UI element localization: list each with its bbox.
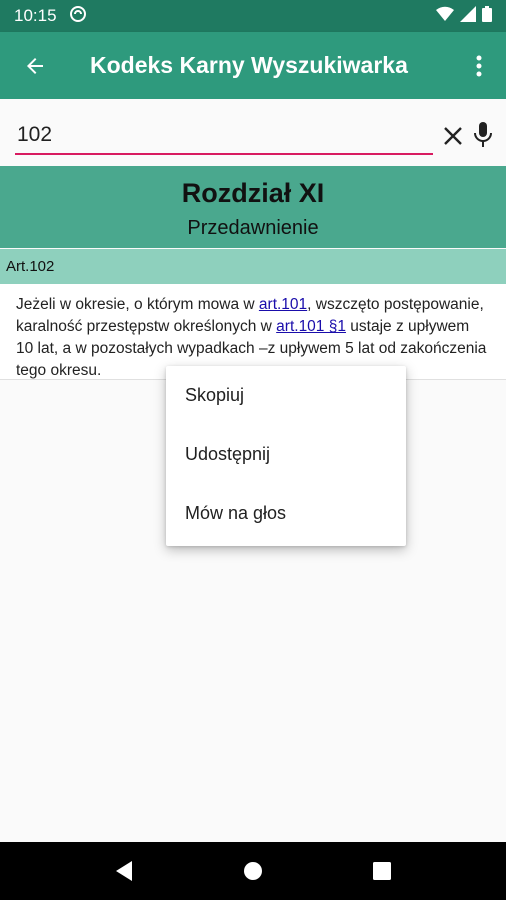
article-link-101-par1[interactable]: art.101 §1 bbox=[276, 318, 346, 335]
search-row bbox=[0, 99, 506, 166]
menu-item-copy[interactable]: Skopiuj bbox=[166, 366, 406, 425]
search-input[interactable] bbox=[15, 117, 433, 155]
square-recents-icon bbox=[372, 862, 391, 880]
triangle-back-icon bbox=[116, 861, 133, 881]
menu-item-speak[interactable]: Mów na głos bbox=[166, 484, 406, 543]
wifi-icon bbox=[436, 6, 454, 27]
microphone-icon bbox=[474, 122, 492, 147]
nav-back-button[interactable] bbox=[104, 851, 144, 891]
chapter-title: Rozdział XI bbox=[181, 178, 325, 208]
circle-home-icon bbox=[243, 862, 262, 880]
navigation-bar bbox=[0, 842, 506, 900]
chapter-subtitle: Przedawnienie bbox=[187, 217, 319, 239]
sync-icon bbox=[69, 5, 87, 28]
close-icon bbox=[444, 127, 462, 145]
signal-icon bbox=[460, 5, 476, 27]
arrow-left-icon bbox=[27, 57, 43, 74]
more-vert-icon bbox=[476, 55, 482, 76]
overflow-menu-button[interactable] bbox=[452, 32, 506, 99]
battery-icon bbox=[482, 5, 492, 27]
article-header[interactable]: Art.102 bbox=[0, 249, 506, 284]
chapter-header: Rozdział XI Przedawnienie bbox=[0, 166, 506, 248]
app-bar: Kodeks Karny Wyszukiwarka bbox=[0, 32, 506, 99]
status-time: 10:15 bbox=[14, 6, 57, 25]
menu-item-share[interactable]: Udostępnij bbox=[166, 425, 406, 484]
voice-search-button[interactable] bbox=[472, 120, 494, 150]
article-link-101[interactable]: art.101 bbox=[259, 296, 307, 313]
app-title: Kodeks Karny Wyszukiwarka bbox=[90, 52, 408, 78]
status-bar: 10:15 bbox=[0, 0, 506, 32]
back-button[interactable] bbox=[0, 32, 70, 99]
nav-home-button[interactable] bbox=[233, 851, 273, 891]
context-menu: Skopiuj Udostępnij Mów na głos bbox=[166, 366, 406, 546]
article-text-part: Jeżeli w okresie, o którym mowa w bbox=[16, 296, 259, 313]
nav-recents-button[interactable] bbox=[362, 851, 402, 891]
clear-search-button[interactable] bbox=[440, 123, 466, 149]
